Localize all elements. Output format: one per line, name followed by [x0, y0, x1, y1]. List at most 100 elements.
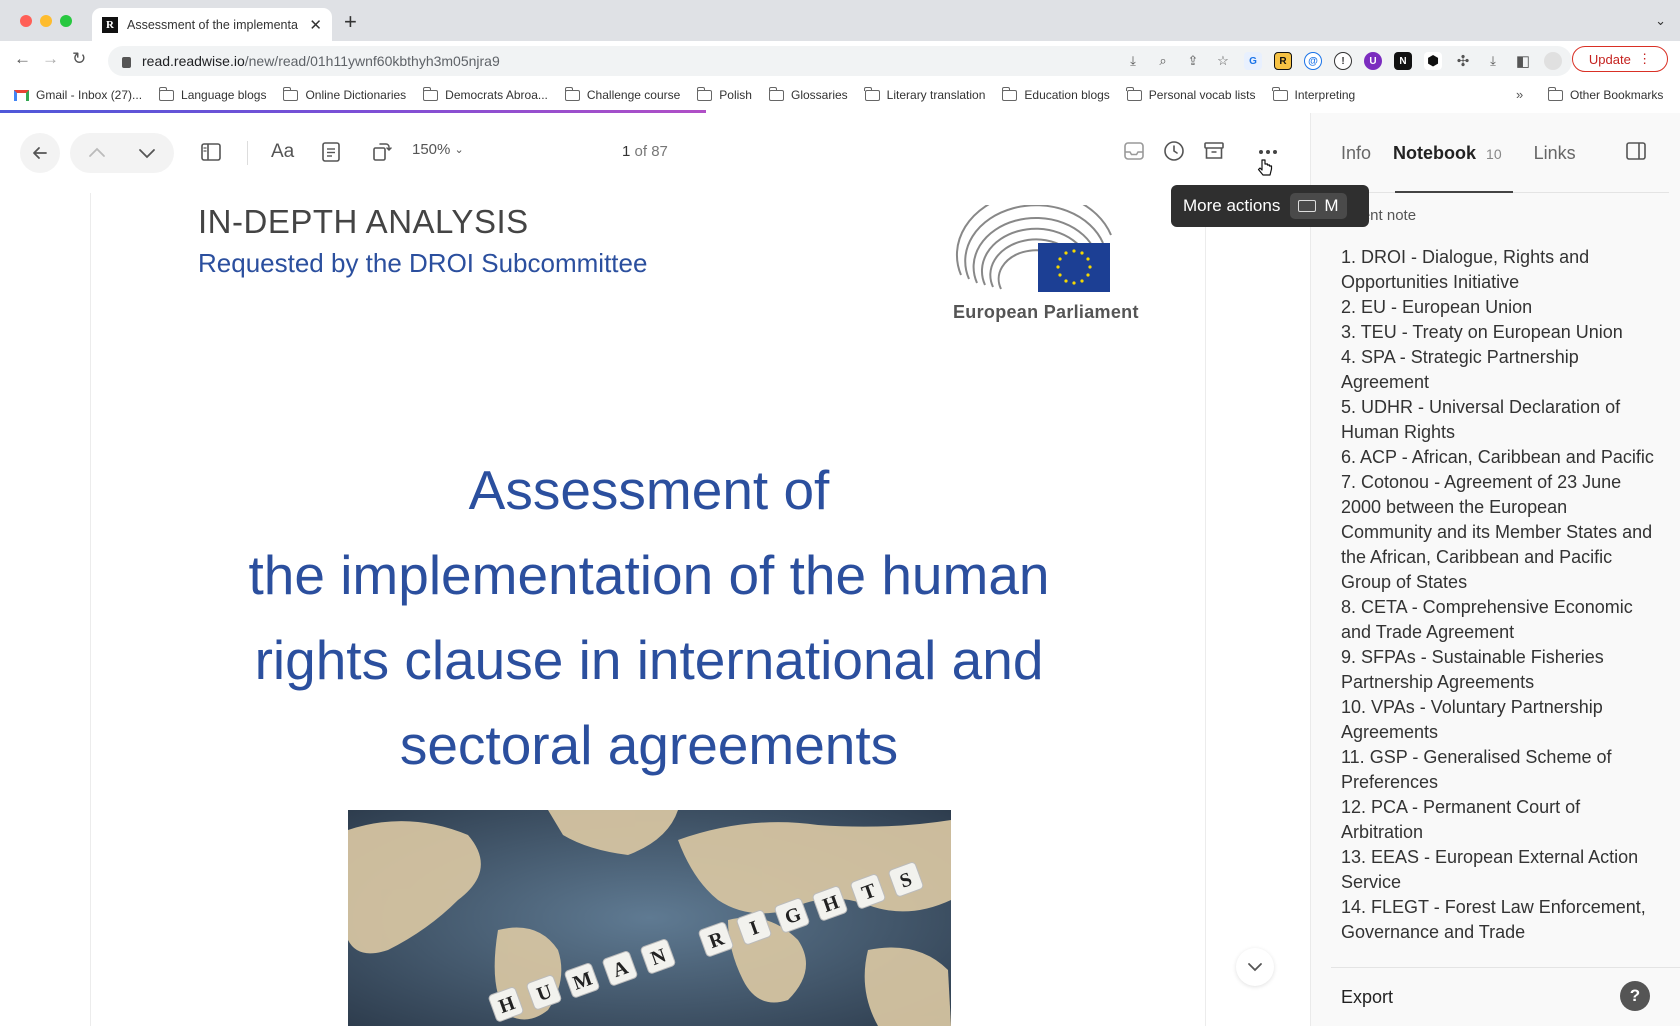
bookmark-folder[interactable]: Interpreting: [1272, 86, 1356, 102]
note-item: 7. Cotonou - Agreement of 23 June 2000 b…: [1341, 472, 1653, 592]
chevron-down-icon[interactable]: [139, 149, 155, 159]
url-host: read.readwise.io: [142, 53, 245, 69]
side-panel-icon[interactable]: ◧: [1514, 52, 1532, 70]
bookmark-folder[interactable]: Polish: [696, 86, 752, 102]
keyboard-icon: [1298, 200, 1317, 212]
logo-caption: European Parliament: [953, 302, 1139, 322]
left-panel-toggle-icon[interactable]: [200, 141, 222, 163]
forward-arrow-icon[interactable]: →: [42, 49, 59, 69]
back-button[interactable]: [20, 133, 60, 173]
back-arrow-icon[interactable]: ←: [14, 49, 31, 69]
folder-icon: [696, 86, 713, 101]
doc-title-line: Assessment of: [468, 459, 830, 521]
profile-avatar-icon[interactable]: [1544, 52, 1562, 70]
extensions-puzzle-icon[interactable]: ✣: [1454, 52, 1472, 70]
bookmark-folder[interactable]: Personal vocab lists: [1126, 86, 1256, 102]
bookmarks-overflow-chevron[interactable]: »: [1516, 87, 1523, 102]
later-clock-icon[interactable]: [1163, 140, 1185, 162]
purple-extension-icon[interactable]: U: [1364, 52, 1382, 70]
bookmark-folder[interactable]: Online Dictionaries: [283, 86, 407, 102]
window-zoom-button[interactable]: [60, 15, 72, 27]
note-item: 6. ACP - African, Caribbean and Pacific: [1341, 447, 1654, 467]
readwise-extension-icon[interactable]: R: [1274, 52, 1292, 70]
doc-subtitle: Requested by the DROI Subcommittee: [198, 248, 648, 278]
browser-tab-active[interactable]: R Assessment of the implementa ✕: [92, 8, 332, 41]
zoom-icon[interactable]: ⌕: [1154, 52, 1172, 70]
password-extension-icon[interactable]: !: [1334, 52, 1352, 70]
readwise-favicon-icon: R: [102, 16, 118, 33]
folder-icon: [564, 86, 580, 101]
tab-search-chevron-icon[interactable]: ⌄: [1655, 13, 1666, 29]
page-counter: 1 of 87: [622, 143, 668, 160]
address-bar-row: ← → ↻ read.readwise.io/new/read/01h11ywn…: [0, 41, 1680, 80]
folder-icon: [1547, 86, 1563, 101]
share-icon[interactable]: ⇪: [1184, 52, 1202, 70]
folder-icon: [1272, 86, 1288, 101]
note-item: 10. VPAs - Voluntary Partnership Agreeme…: [1341, 697, 1603, 742]
note-item: 12. PCA - Permanent Court of Arbitration: [1341, 797, 1581, 842]
active-tab-indicator: [1395, 191, 1513, 193]
chevron-up-icon[interactable]: [89, 147, 105, 157]
folder-icon: [422, 86, 439, 101]
update-label: Update: [1588, 51, 1631, 67]
bookmark-gmail[interactable]: Gmail - Inbox (27)...: [14, 88, 142, 102]
downloads-icon[interactable]: ⤓: [1484, 52, 1502, 70]
url-omnibox[interactable]: read.readwise.io/new/read/01h11ywnf60kbt…: [108, 46, 1572, 76]
tab-links[interactable]: Links: [1534, 143, 1576, 164]
inbox-icon[interactable]: [1123, 141, 1145, 161]
bookmark-label: Online Dictionaries: [305, 88, 407, 102]
document-view-icon[interactable]: [321, 141, 341, 163]
bookmark-folder[interactable]: Challenge course: [564, 86, 680, 102]
export-button[interactable]: Export: [1341, 987, 1393, 1008]
note-item: 2. EU - European Union: [1341, 297, 1533, 317]
chrome-update-button[interactable]: Update ⋮: [1572, 46, 1668, 72]
new-tab-button[interactable]: +: [344, 11, 357, 33]
tab-close-icon[interactable]: ✕: [309, 16, 322, 34]
hex-extension-icon[interactable]: ⬢: [1424, 52, 1442, 70]
bookmark-label: Interpreting: [1294, 88, 1356, 102]
help-button[interactable]: ?: [1620, 981, 1650, 1011]
typography-button[interactable]: Aa: [271, 141, 294, 163]
bookmark-label: Glossaries: [790, 88, 848, 102]
folder-icon: [864, 86, 880, 101]
bookmark-folder[interactable]: Education blogs: [1001, 86, 1110, 102]
bookmark-folder[interactable]: Language blogs: [158, 86, 266, 102]
bookmark-label: Personal vocab lists: [1148, 88, 1256, 102]
window-close-button[interactable]: [20, 15, 32, 27]
bookmark-folder[interactable]: Glossaries: [768, 86, 848, 102]
zoom-dropdown[interactable]: 150% ⌄: [412, 141, 464, 158]
tab-info[interactable]: Info: [1341, 143, 1371, 164]
translate-extension-icon[interactable]: G: [1244, 52, 1262, 70]
bookmarks-bar: Gmail - Inbox (27)... Language blogs Onl…: [0, 80, 1680, 110]
reader-toolbar: Aa 150% ⌄ 1 of 87: [0, 113, 1310, 193]
web-extension-icon[interactable]: @: [1304, 52, 1322, 70]
bookmark-other-bookmarks[interactable]: Other Bookmarks: [1547, 80, 1663, 110]
document-note-list[interactable]: 1. DROI - Dialogue, Rights and Opportuni…: [1341, 245, 1659, 965]
rotate-page-icon[interactable]: [371, 139, 393, 163]
reload-icon[interactable]: ↻: [72, 49, 86, 69]
more-actions-tooltip: More actions M: [1171, 185, 1369, 227]
bookmark-star-icon[interactable]: ☆: [1214, 52, 1232, 70]
folder-icon: [1001, 86, 1018, 101]
pdf-page: IN-DEPTH ANALYSIS Requested by the DROI …: [90, 193, 1206, 1026]
doc-title-line: the implementation of the human: [248, 544, 1050, 606]
scroll-down-button[interactable]: [1236, 948, 1274, 986]
notebook-count-badge: 10: [1486, 145, 1502, 162]
lock-icon: [122, 56, 131, 68]
bookmark-folder[interactable]: Democrats Abroa...: [422, 86, 548, 102]
right-panel-toggle-icon[interactable]: [1625, 141, 1647, 166]
folder-icon: [158, 86, 175, 101]
bookmark-label: Polish: [719, 88, 752, 102]
page-current: 1: [622, 143, 631, 160]
doc-title-line: rights clause in international and: [254, 629, 1044, 691]
notion-extension-icon[interactable]: N: [1394, 52, 1412, 70]
bookmark-folder[interactable]: Literary translation: [864, 86, 985, 102]
doc-title-line: sectoral agreements: [399, 714, 899, 776]
window-minimize-button[interactable]: [40, 15, 52, 27]
archive-icon[interactable]: [1203, 141, 1225, 161]
cover-image: H U M A N R I G H T S: [348, 810, 951, 1026]
install-app-icon[interactable]: ⤓: [1124, 52, 1142, 70]
tab-notebook[interactable]: Notebook: [1393, 143, 1476, 164]
document-viewer[interactable]: IN-DEPTH ANALYSIS Requested by the DROI …: [0, 193, 1310, 1026]
doc-title: Assessment of the implementation of the …: [91, 448, 1207, 788]
